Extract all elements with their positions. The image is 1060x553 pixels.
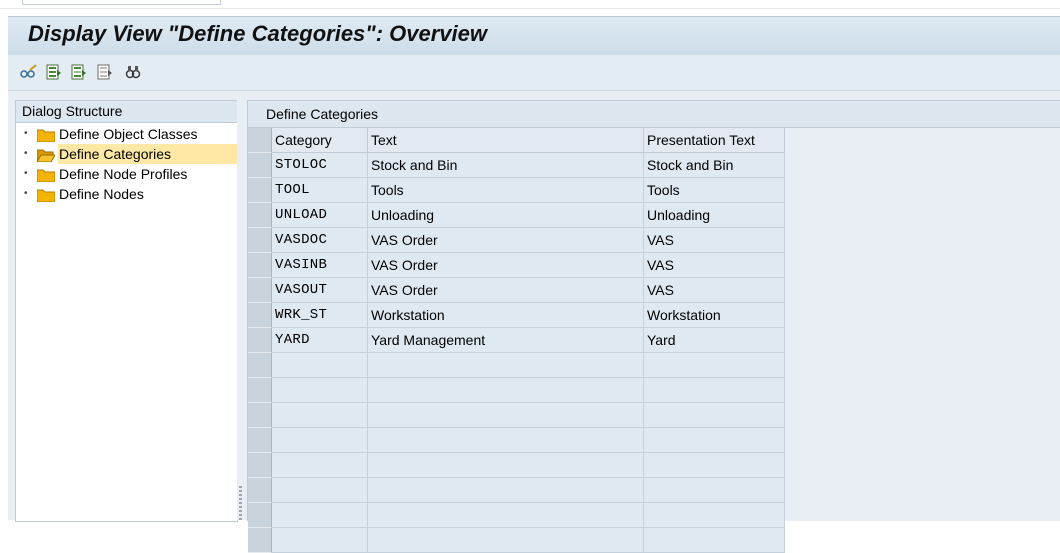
empty-cell[interactable]: [368, 503, 644, 528]
command-field[interactable]: [22, 0, 221, 5]
tree-item-label: Define Nodes: [59, 186, 144, 202]
row-selector[interactable]: [248, 403, 272, 428]
text-cell[interactable]: VAS Order: [368, 278, 644, 303]
presentation-text-cell[interactable]: Yard: [644, 328, 785, 353]
bullet-icon: •: [24, 188, 28, 199]
empty-cell[interactable]: [272, 478, 368, 503]
text-cell[interactable]: Yard Management: [368, 328, 644, 353]
text-cell[interactable]: VAS Order: [368, 228, 644, 253]
empty-cell[interactable]: [644, 378, 785, 403]
presentation-text-cell[interactable]: VAS: [644, 228, 785, 253]
command-field-area: [0, 0, 1060, 9]
empty-cell[interactable]: [644, 403, 785, 428]
page-title: Display View "Define Categories": Overvi…: [28, 21, 487, 46]
empty-cell[interactable]: [644, 503, 785, 528]
application-toolbar: [8, 55, 1060, 91]
change-display-icon[interactable]: [20, 64, 37, 80]
folder-icon: [36, 127, 56, 147]
empty-cell[interactable]: [644, 453, 785, 478]
empty-cell[interactable]: [272, 503, 368, 528]
row-selector[interactable]: [248, 303, 272, 328]
bullet-icon: •: [24, 148, 28, 159]
table-caption: Define Categories: [248, 101, 1060, 128]
folder-open-icon: [36, 147, 56, 167]
empty-cell[interactable]: [368, 378, 644, 403]
empty-cell[interactable]: [368, 353, 644, 378]
bullet-icon: •: [24, 168, 28, 179]
panel-splitter[interactable]: [237, 100, 244, 520]
table-panel: Define Categories Category Text Presentati…: [247, 100, 1060, 553]
tree-item-label: Define Object Classes: [59, 126, 198, 142]
column-header-category[interactable]: Category: [272, 128, 368, 153]
table-caption-label: Define Categories: [266, 106, 379, 122]
column-header-text[interactable]: Text: [368, 128, 644, 153]
deselect-all-icon[interactable]: [97, 64, 113, 80]
row-selector[interactable]: [248, 153, 272, 178]
empty-cell[interactable]: [368, 528, 644, 553]
empty-cell[interactable]: [368, 453, 644, 478]
category-cell[interactable]: UNLOAD: [272, 203, 368, 228]
tree-item-label: Define Categories: [59, 146, 172, 162]
category-cell[interactable]: WRK_ST: [272, 303, 368, 328]
select-all-icon[interactable]: [46, 64, 62, 80]
text-cell[interactable]: Workstation: [368, 303, 644, 328]
select-all-rows-button[interactable]: [248, 128, 272, 153]
empty-cell[interactable]: [272, 528, 368, 553]
empty-cell[interactable]: [644, 528, 785, 553]
text-cell[interactable]: VAS Order: [368, 253, 644, 278]
dialog-structure-header: Dialog Structure: [16, 101, 237, 123]
splitter-grip-icon[interactable]: [239, 486, 242, 520]
folder-icon: [36, 187, 56, 207]
row-selector[interactable]: [248, 203, 272, 228]
row-selector[interactable]: [248, 528, 272, 553]
row-selector[interactable]: [248, 478, 272, 503]
row-selector[interactable]: [248, 228, 272, 253]
text-cell[interactable]: Unloading: [368, 203, 644, 228]
empty-cell[interactable]: [644, 353, 785, 378]
empty-cell[interactable]: [644, 478, 785, 503]
empty-cell[interactable]: [644, 428, 785, 453]
presentation-text-cell[interactable]: Workstation: [644, 303, 785, 328]
title-bar: Display View "Define Categories": Overvi…: [8, 16, 1060, 56]
category-cell[interactable]: VASOUT: [272, 278, 368, 303]
text-cell[interactable]: Tools: [368, 178, 644, 203]
row-selector[interactable]: [248, 503, 272, 528]
category-cell[interactable]: VASDOC: [272, 228, 368, 253]
category-cell[interactable]: YARD: [272, 328, 368, 353]
category-cell[interactable]: STOLOC: [272, 153, 368, 178]
empty-cell[interactable]: [272, 453, 368, 478]
row-selector[interactable]: [248, 178, 272, 203]
bullet-icon: •: [24, 128, 28, 139]
row-selector[interactable]: [248, 328, 272, 353]
empty-cell[interactable]: [368, 428, 644, 453]
presentation-text-cell[interactable]: VAS: [644, 253, 785, 278]
row-selector[interactable]: [248, 253, 272, 278]
presentation-text-cell[interactable]: VAS: [644, 278, 785, 303]
empty-cell[interactable]: [272, 353, 368, 378]
tree-item-label: Define Node Profiles: [59, 166, 188, 182]
row-selector[interactable]: [248, 428, 272, 453]
category-cell[interactable]: TOOL: [272, 178, 368, 203]
row-selector[interactable]: [248, 378, 272, 403]
empty-cell[interactable]: [272, 403, 368, 428]
empty-cell[interactable]: [272, 428, 368, 453]
row-selector[interactable]: [248, 278, 272, 303]
dialog-structure-panel: Dialog Structure • Define Object Classes…: [15, 100, 244, 522]
presentation-text-cell[interactable]: Stock and Bin: [644, 153, 785, 178]
find-icon[interactable]: [125, 64, 141, 80]
presentation-text-cell[interactable]: Unloading: [644, 203, 785, 228]
empty-cell[interactable]: [368, 478, 644, 503]
row-selector[interactable]: [248, 353, 272, 378]
text-cell[interactable]: Stock and Bin: [368, 153, 644, 178]
empty-cell[interactable]: [368, 403, 644, 428]
presentation-text-cell[interactable]: Tools: [644, 178, 785, 203]
empty-cell[interactable]: [272, 378, 368, 403]
row-selector[interactable]: [248, 453, 272, 478]
column-header-presentation-text[interactable]: Presentation Text: [644, 128, 785, 153]
select-block-icon[interactable]: [71, 64, 87, 80]
folder-icon: [36, 167, 56, 187]
category-cell[interactable]: VASINB: [272, 253, 368, 278]
